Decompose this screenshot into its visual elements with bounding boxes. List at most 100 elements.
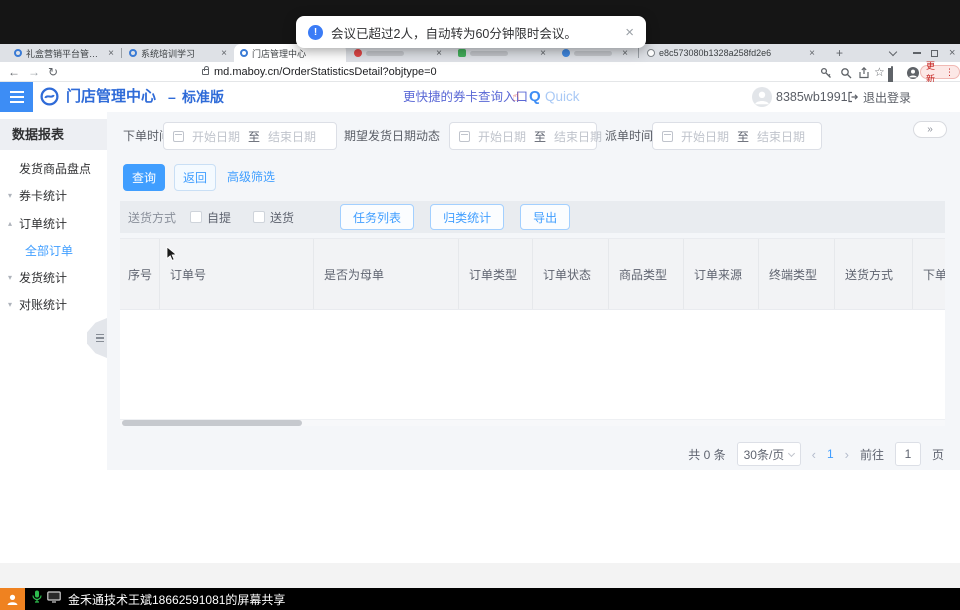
browser-tab-training[interactable]: 系统培训学习 × [123,44,233,62]
obscured-tab-title [470,51,508,56]
tab-close-icon[interactable]: × [809,48,815,59]
logout-button[interactable]: 退出登录 [847,82,911,112]
checkbox-icon[interactable] [190,211,202,223]
sidebar-item-all-orders-active[interactable]: 全部订单 [0,241,107,261]
calendar-icon [459,131,470,142]
tab-title: 礼盒营销平台管理中心 [26,47,104,60]
sidebar-item-shipping-stats[interactable]: ▾ 发货统计 [0,268,107,288]
quick-search-icon[interactable]: Q [529,82,541,112]
obscured-tab-title [366,51,404,56]
task-list-button[interactable]: 任务列表 [340,204,414,230]
sidebar-item-coupon-stats[interactable]: ▾ 券卡统计 [0,186,107,206]
scrollbar-thumb[interactable] [122,420,302,426]
obscured-tab-title [574,51,612,56]
window-close-button[interactable]: × [949,44,955,62]
col-order-type: 订单类型 [459,239,533,309]
sidebar-item-order-stats[interactable]: ▴ 订单统计 [0,214,107,234]
browser-tab-hash[interactable]: e8c573080b1328a258fd2e6 × [641,44,821,62]
tab-close-icon[interactable]: × [622,48,628,59]
tab-title: 系统培训学习 [141,47,195,60]
menu-hamburger-button[interactable] [0,82,33,112]
page-unit-label: 页 [932,446,944,463]
window-minimize-button[interactable] [913,44,921,62]
sidebar-item-shipment-inventory[interactable]: 发货商品盘点 [0,159,107,179]
current-page-number[interactable]: 1 [827,447,834,461]
export-button[interactable]: 导出 [520,204,570,230]
tab-divider [638,48,639,58]
browser-tab-gift-platform[interactable]: 礼盒营销平台管理中心 × [8,44,120,62]
expected-ship-date-range-input[interactable]: 开始日期 至 结束日期 [449,122,597,150]
bookmark-star-icon[interactable]: ☆ [874,62,885,82]
app-edition: 标准版 [182,82,224,112]
tab-title: e8c573080b1328a258fd2e6 [659,48,771,58]
tab-close-icon[interactable]: × [540,48,546,59]
page-size-select[interactable]: 30条/页 [737,442,801,466]
next-page-button[interactable]: › [845,447,849,462]
checkbox-icon[interactable] [253,211,265,223]
col-order-time: 下单时间 [913,239,945,309]
pagination: 共 0 条 30条/页 ‹ 1 › 前往 页 [688,442,944,466]
more-menu-icon[interactable]: ⋮ [945,67,954,78]
reload-icon[interactable]: ↻ [48,62,58,82]
col-delivery-method: 送货方式 [835,239,913,309]
checkbox-self-pickup[interactable]: 自提 [190,209,231,226]
col-order-status: 订单状态 [533,239,609,309]
url-text[interactable]: md.maboy.cn/OrderStatisticsDetail?objtyp… [214,62,437,82]
info-icon: ! [308,25,323,40]
screen: 礼盒营销平台管理中心 × 系统培训学习 × 门店管理中心 × × × [0,0,960,610]
advanced-filter-link[interactable]: 高级筛选 [227,164,275,191]
sidebar-section-data-reports[interactable]: 数据报表 [0,119,107,150]
forward-icon[interactable]: → [28,62,40,82]
col-product-type: 商品类型 [609,239,684,309]
sidebar-collapse-handle[interactable] [87,318,107,358]
site-favicon-icon [14,49,22,57]
col-index: 序号 [120,239,160,309]
screen-share-bar: 金禾通技术王斌18662591081的屏幕共享 [0,588,960,610]
globe-favicon-icon [647,49,655,57]
delivery-mode-label: 送货方式 [128,209,176,226]
goto-label: 前往 [860,446,884,463]
toolbar: 送货方式 自提 送货 任务列表 归类统计 导出 [120,201,945,233]
user-avatar-icon[interactable] [752,87,772,112]
site-favicon-icon [562,49,570,57]
sidebar-item-reconciliation-stats[interactable]: ▾ 对账统计 [0,295,107,315]
toast-message: 会议已超过2人，自动转为60分钟限时会议。 [331,23,577,42]
quick-card-entry-link[interactable]: 更快捷的券卡查询入口 [403,82,528,112]
total-count-text: 共 0 条 [688,446,725,463]
expand-filters-button[interactable]: » [913,121,947,138]
classify-stats-button[interactable]: 归类统计 [430,204,504,230]
prev-page-button[interactable]: ‹ [812,447,816,462]
caret-down-icon: ▾ [8,268,12,288]
goto-page-input[interactable] [895,442,921,466]
lock-icon[interactable] [202,69,209,75]
horizontal-scrollbar[interactable] [120,420,945,426]
quick-label[interactable]: Quick [545,82,580,112]
order-time-date-range-input[interactable]: 开始日期 至 结束日期 [163,122,337,150]
back-button[interactable]: 返回 [174,164,216,191]
toast-close-icon[interactable]: × [625,25,634,40]
calendar-icon [173,131,184,142]
new-tab-button[interactable]: + [836,46,843,60]
screen-share-text: 金禾通技术王斌18662591081的屏幕共享 [68,591,285,608]
meeting-toast: ! 会议已超过2人，自动转为60分钟限时会议。 × [296,16,646,48]
window-menu-button[interactable] [890,44,896,62]
browser-update-button[interactable]: 更新 ⋮ [920,65,960,79]
site-favicon-icon [240,49,248,57]
dispatch-time-date-range-input[interactable]: 开始日期 至 结束日期 [652,122,822,150]
col-terminal-type: 终端类型 [759,239,835,309]
table-body-empty [120,310,945,420]
checkbox-delivery[interactable]: 送货 [253,209,294,226]
title-separator: – [168,82,176,112]
chevron-down-icon [889,47,897,55]
tab-title: 门店管理中心 [252,47,306,60]
tab-close-icon[interactable]: × [436,48,442,59]
back-icon[interactable]: ← [8,62,20,82]
bottom-gray-strip [0,563,960,588]
tab-close-icon[interactable]: × [108,48,114,59]
query-button[interactable]: 查询 [123,164,165,191]
main-content: 下单时间 开始日期 至 结束日期 期望发货日期动态 开始日期 至 结束日期 派单… [107,112,960,563]
tab-close-icon[interactable]: × [221,48,227,59]
caret-up-icon: ▴ [8,214,12,234]
app-title: 门店管理中心 [66,82,156,112]
site-favicon-icon [129,49,137,57]
